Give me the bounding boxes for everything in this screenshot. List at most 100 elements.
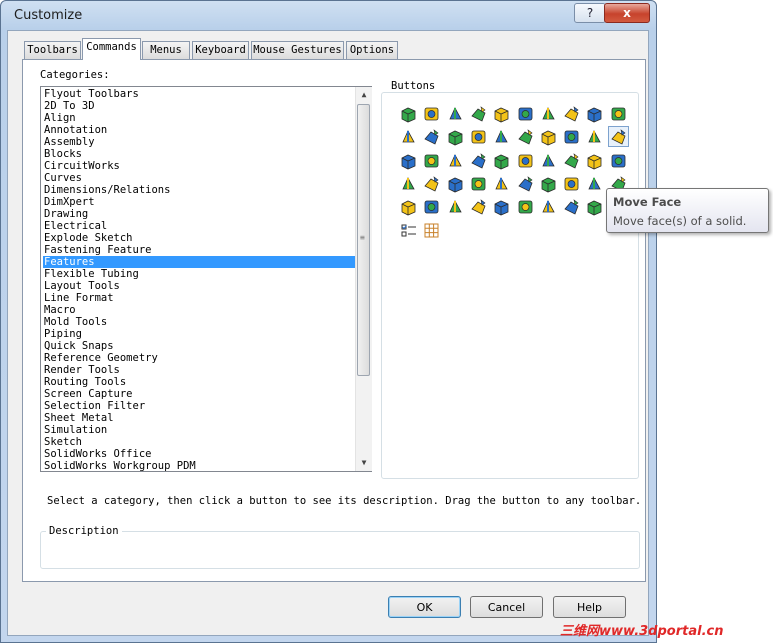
table-pattern-icon[interactable] <box>492 151 511 170</box>
lofted-cut-icon[interactable] <box>585 104 604 123</box>
chamfer-icon[interactable] <box>422 127 441 146</box>
boundary-cut-icon[interactable] <box>609 104 628 123</box>
category-item[interactable]: 2D To 3D <box>43 100 356 112</box>
grid-icon[interactable] <box>422 221 441 240</box>
tab-commands[interactable]: Commands <box>82 38 141 60</box>
offset-surface-icon[interactable] <box>399 197 418 216</box>
replace-face-icon[interactable] <box>585 174 604 193</box>
scroll-down-icon[interactable]: ▼ <box>356 455 372 471</box>
swept-cut-icon[interactable] <box>562 104 581 123</box>
category-item[interactable]: Curves <box>43 172 356 184</box>
indent-icon[interactable] <box>469 174 488 193</box>
boundary-boss-icon[interactable] <box>492 104 511 123</box>
combine-icon[interactable] <box>562 151 581 170</box>
instruction-text: Select a category, then click a button t… <box>47 495 642 507</box>
category-item[interactable]: Sheet Metal <box>43 412 356 424</box>
curve-pattern-icon[interactable] <box>446 151 465 170</box>
rib-icon[interactable] <box>446 127 465 146</box>
category-item[interactable]: Line Format <box>43 292 356 304</box>
extruded-cut-icon[interactable] <box>516 104 535 123</box>
category-item[interactable]: Blocks <box>43 148 356 160</box>
category-item[interactable]: Align <box>43 112 356 124</box>
tab-toolbars[interactable]: Toolbars <box>24 41 81 59</box>
category-item[interactable]: Macro <box>43 304 356 316</box>
scroll-up-icon[interactable]: ▲ <box>356 87 372 103</box>
category-item[interactable]: Dimensions/Relations <box>43 184 356 196</box>
category-item[interactable]: Screen Capture <box>43 388 356 400</box>
linear-pattern-icon[interactable] <box>399 151 418 170</box>
move-copy-icon[interactable] <box>422 174 441 193</box>
category-item[interactable]: Annotation <box>43 124 356 136</box>
category-item[interactable]: Render Tools <box>43 364 356 376</box>
tab-options[interactable]: Options <box>346 41 398 59</box>
move-face-icon[interactable] <box>607 126 629 148</box>
cavity-icon[interactable] <box>539 174 558 193</box>
category-item[interactable]: Flyout Toolbars <box>43 88 356 100</box>
category-item[interactable]: Flexible Tubing <box>43 268 356 280</box>
fillet-icon[interactable] <box>399 127 418 146</box>
help-title-button[interactable]: ? <box>574 3 606 23</box>
categories-list[interactable]: Flyout Toolbars 2D To 3D Align Annotation As… <box>40 86 372 472</box>
flex-icon[interactable] <box>492 174 511 193</box>
category-item[interactable]: Fastening Feature <box>43 244 356 256</box>
fill-pattern-icon[interactable] <box>516 151 535 170</box>
category-item[interactable]: Selection Filter <box>43 400 356 412</box>
extruded-boss-icon[interactable] <box>399 104 418 123</box>
watermark: 三维网www.3dportal.cn <box>560 624 724 639</box>
split-icon[interactable] <box>539 151 558 170</box>
category-item[interactable]: Layout Tools <box>43 280 356 292</box>
hole-series-icon[interactable] <box>399 221 418 240</box>
mirror-icon[interactable] <box>585 127 604 146</box>
swept-boss-icon[interactable] <box>446 104 465 123</box>
scale-icon[interactable] <box>609 151 628 170</box>
help-button[interactable]: Help <box>553 596 626 618</box>
category-item[interactable]: Sketch <box>43 436 356 448</box>
category-item[interactable]: Mold Tools <box>43 316 356 328</box>
ok-button[interactable]: OK <box>388 596 461 618</box>
hole-icon[interactable] <box>562 127 581 146</box>
category-item[interactable]: Explode Sketch <box>43 232 356 244</box>
category-item[interactable]: Features <box>43 256 356 268</box>
category-item[interactable]: SolidWorks Workgroup PDM <box>43 460 356 471</box>
dome-icon[interactable] <box>516 127 535 146</box>
cancel-button[interactable]: Cancel <box>470 596 543 618</box>
sketch-pattern-icon[interactable] <box>469 151 488 170</box>
tab-keyboard[interactable]: Keyboard <box>192 41 249 59</box>
category-item[interactable]: Reference Geometry <box>43 352 356 364</box>
category-item[interactable]: Quick Snaps <box>43 340 356 352</box>
category-item[interactable]: Drawing <box>43 208 356 220</box>
thicken-icon[interactable] <box>399 174 418 193</box>
extend-surface-icon[interactable] <box>516 197 535 216</box>
title-bar[interactable]: Customize ? x <box>0 0 657 30</box>
shell-icon[interactable] <box>469 127 488 146</box>
tab-menus[interactable]: Menus <box>142 41 190 59</box>
intersect-icon[interactable] <box>585 151 604 170</box>
trim-surface-icon[interactable] <box>492 197 511 216</box>
tab-mouse-gestures[interactable]: Mouse Gestures <box>251 41 344 59</box>
untrim-icon[interactable] <box>539 197 558 216</box>
fill-surface-icon[interactable] <box>469 197 488 216</box>
category-item[interactable]: CircuitWorks <box>43 160 356 172</box>
delete-face-icon[interactable] <box>562 174 581 193</box>
circular-pattern-icon[interactable] <box>422 151 441 170</box>
deform-icon[interactable] <box>446 174 465 193</box>
wrap-icon[interactable] <box>539 127 558 146</box>
ruled-surface-icon[interactable] <box>422 197 441 216</box>
freeform-icon[interactable] <box>516 174 535 193</box>
radiate-surface-icon[interactable] <box>562 197 581 216</box>
category-item[interactable]: Piping <box>43 328 356 340</box>
category-item[interactable]: DimXpert <box>43 196 356 208</box>
category-item[interactable]: Assembly <box>43 136 356 148</box>
category-item[interactable]: Simulation <box>43 424 356 436</box>
close-icon[interactable]: x <box>604 3 650 23</box>
lofted-boss-icon[interactable] <box>469 104 488 123</box>
draft-icon[interactable] <box>492 127 511 146</box>
knit-icon[interactable] <box>446 197 465 216</box>
revolved-boss-icon[interactable] <box>422 104 441 123</box>
tooltip-title: Move Face <box>613 195 682 209</box>
category-item[interactable]: Routing Tools <box>43 376 356 388</box>
category-item[interactable]: SolidWorks Office <box>43 448 356 460</box>
category-item[interactable]: Electrical <box>43 220 356 232</box>
planar-surface-icon[interactable] <box>585 197 604 216</box>
revolved-cut-icon[interactable] <box>539 104 558 123</box>
